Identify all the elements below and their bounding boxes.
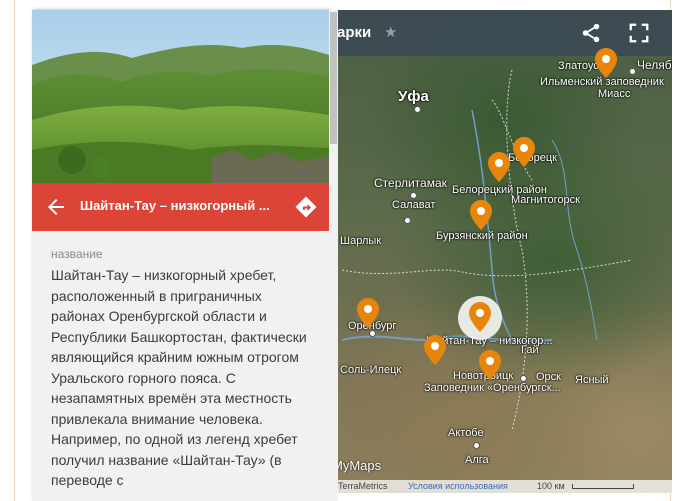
map-pin-burzyansky[interactable]	[470, 200, 492, 230]
city-dot	[410, 192, 417, 199]
map-pin-zapovednik[interactable]	[479, 350, 501, 380]
mymaps-logo: MyMaps	[332, 458, 382, 473]
city-dot	[414, 106, 421, 113]
directions-icon[interactable]	[294, 195, 318, 219]
map-label-alga: Алга	[465, 454, 489, 466]
map-label-zapovednik: Заповедник «Оренбургск...	[424, 382, 561, 394]
map-pin-ilmensky[interactable]	[595, 48, 617, 78]
map-label-sharlyk: Шарлык	[340, 235, 382, 247]
city-dot	[473, 442, 480, 449]
map-label-chelyabinsk: Челябі	[637, 58, 672, 72]
share-icon[interactable]	[580, 22, 602, 44]
place-title: Шайтан-Тау – низкогорный ...	[80, 198, 270, 213]
map-pin-shaitan-tau-selected[interactable]	[469, 302, 491, 332]
map-label-salavat: Салават	[392, 199, 436, 211]
arrow-left-icon[interactable]	[44, 195, 68, 219]
map-label-sterlitamak: Стерлитамак	[374, 176, 447, 190]
map-label-miass: Миасс	[598, 88, 631, 100]
star-icon[interactable]: ★	[384, 23, 397, 41]
place-photo	[32, 10, 329, 183]
city-dot	[404, 217, 411, 224]
map-attribution-bar: TerraMetrics Условия использования 100 к…	[332, 480, 672, 493]
terrametrics-credit: TerraMetrics	[338, 481, 388, 491]
place-detail-panel: Шайтан-Тау – низкогорный ... название Ша…	[32, 10, 329, 501]
map-label-sol-iletsk: Соль-Илецк	[340, 364, 402, 376]
place-details: название Шайтан-Тау – низкогорный хребет…	[32, 231, 329, 501]
scale-bar	[572, 484, 634, 489]
map-label-aktobe: Актобе	[448, 427, 484, 439]
place-photo-image	[32, 10, 329, 183]
field-label-name: название	[51, 247, 103, 261]
map-label-ufa: Уфа	[398, 88, 429, 105]
panel-scrollbar[interactable]	[329, 10, 338, 501]
map-label-gai: Гай	[521, 344, 539, 356]
place-description: Шайтан-Тау – низкогорный хребет, располо…	[51, 267, 307, 488]
map-label-magnitogorsk: Магнитогорск	[511, 194, 580, 206]
city-dot	[629, 68, 636, 75]
fullscreen-icon[interactable]	[628, 22, 650, 44]
map-pin-orenburg[interactable]	[357, 298, 379, 328]
map-label-yasny: Ясный	[575, 374, 609, 386]
map-pin-beloretsk[interactable]	[513, 137, 535, 167]
scale-label: 100 км	[537, 481, 565, 491]
map-title: арки	[337, 24, 372, 41]
map-label-burzyansky: Бурзянский район	[436, 230, 528, 242]
city-dot	[520, 375, 527, 382]
scrollbar-thumb[interactable]	[330, 12, 337, 144]
place-title-bar: Шайтан-Тау – низкогорный ...	[32, 183, 329, 231]
map-pin-sol-iletsk[interactable]	[424, 335, 446, 365]
map-pin-beloretsky-rayon[interactable]	[488, 152, 510, 182]
city-dot	[369, 330, 376, 337]
page-border-left	[14, 0, 15, 501]
terms-link[interactable]: Условия использования	[408, 481, 508, 491]
